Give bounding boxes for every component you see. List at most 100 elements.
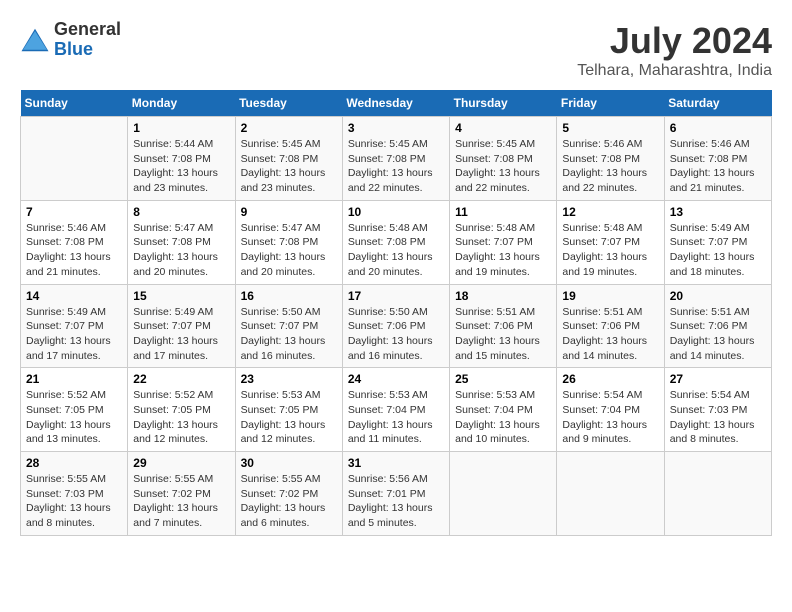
cell-content: Sunrise: 5:54 AMSunset: 7:04 PMDaylight:…	[562, 388, 658, 447]
cell-content: Sunrise: 5:46 AMSunset: 7:08 PMDaylight:…	[670, 137, 766, 196]
calendar-week-row: 1 Sunrise: 5:44 AMSunset: 7:08 PMDaylight…	[21, 117, 772, 201]
day-number: 13	[670, 205, 766, 219]
cell-content: Sunrise: 5:55 AMSunset: 7:03 PMDaylight:…	[26, 472, 122, 531]
day-number: 24	[348, 372, 444, 386]
day-number: 21	[26, 372, 122, 386]
day-number: 2	[241, 121, 337, 135]
cell-content: Sunrise: 5:53 AMSunset: 7:04 PMDaylight:…	[455, 388, 551, 447]
cell-content: Sunrise: 5:49 AMSunset: 7:07 PMDaylight:…	[26, 305, 122, 364]
logo-text: General Blue	[54, 20, 121, 60]
calendar-cell: 18 Sunrise: 5:51 AMSunset: 7:06 PMDayligh…	[450, 284, 557, 368]
calendar-cell	[557, 452, 664, 536]
day-number: 27	[670, 372, 766, 386]
cell-content: Sunrise: 5:47 AMSunset: 7:08 PMDaylight:…	[241, 221, 337, 280]
day-number: 10	[348, 205, 444, 219]
day-number: 16	[241, 289, 337, 303]
cell-content: Sunrise: 5:48 AMSunset: 7:07 PMDaylight:…	[455, 221, 551, 280]
calendar-header-row: SundayMondayTuesdayWednesdayThursdayFrid…	[21, 90, 772, 117]
cell-content: Sunrise: 5:51 AMSunset: 7:06 PMDaylight:…	[455, 305, 551, 364]
day-number: 26	[562, 372, 658, 386]
calendar-cell: 25 Sunrise: 5:53 AMSunset: 7:04 PMDayligh…	[450, 368, 557, 452]
calendar-cell	[664, 452, 771, 536]
header-day-saturday: Saturday	[664, 90, 771, 117]
day-number: 18	[455, 289, 551, 303]
day-number: 6	[670, 121, 766, 135]
cell-content: Sunrise: 5:45 AMSunset: 7:08 PMDaylight:…	[455, 137, 551, 196]
day-number: 12	[562, 205, 658, 219]
header-day-wednesday: Wednesday	[342, 90, 449, 117]
day-number: 20	[670, 289, 766, 303]
day-number: 30	[241, 456, 337, 470]
calendar-cell: 13 Sunrise: 5:49 AMSunset: 7:07 PMDayligh…	[664, 200, 771, 284]
day-number: 31	[348, 456, 444, 470]
cell-content: Sunrise: 5:52 AMSunset: 7:05 PMDaylight:…	[26, 388, 122, 447]
calendar-cell: 9 Sunrise: 5:47 AMSunset: 7:08 PMDaylight…	[235, 200, 342, 284]
cell-content: Sunrise: 5:55 AMSunset: 7:02 PMDaylight:…	[241, 472, 337, 531]
cell-content: Sunrise: 5:56 AMSunset: 7:01 PMDaylight:…	[348, 472, 444, 531]
cell-content: Sunrise: 5:53 AMSunset: 7:05 PMDaylight:…	[241, 388, 337, 447]
header-day-tuesday: Tuesday	[235, 90, 342, 117]
header-day-sunday: Sunday	[21, 90, 128, 117]
day-number: 23	[241, 372, 337, 386]
cell-content: Sunrise: 5:49 AMSunset: 7:07 PMDaylight:…	[133, 305, 229, 364]
cell-content: Sunrise: 5:48 AMSunset: 7:08 PMDaylight:…	[348, 221, 444, 280]
header-day-thursday: Thursday	[450, 90, 557, 117]
calendar-cell: 4Sunrise: 5:45 AMSunset: 7:08 PMDaylight…	[450, 117, 557, 201]
calendar-cell: 8 Sunrise: 5:47 AMSunset: 7:08 PMDaylight…	[128, 200, 235, 284]
calendar-cell: 15Sunrise: 5:49 AMSunset: 7:07 PMDayligh…	[128, 284, 235, 368]
calendar-cell: 29 Sunrise: 5:55 AMSunset: 7:02 PMDayligh…	[128, 452, 235, 536]
calendar-cell: 24 Sunrise: 5:53 AMSunset: 7:04 PMDayligh…	[342, 368, 449, 452]
cell-content: Sunrise: 5:49 AMSunset: 7:07 PMDaylight:…	[670, 221, 766, 280]
cell-content: Sunrise: 5:47 AMSunset: 7:08 PMDaylight:…	[133, 221, 229, 280]
page-header: General Blue July 2024 Telhara, Maharash…	[20, 20, 772, 80]
day-number: 8	[133, 205, 229, 219]
calendar-cell: 30 Sunrise: 5:55 AMSunset: 7:02 PMDayligh…	[235, 452, 342, 536]
cell-content: Sunrise: 5:48 AMSunset: 7:07 PMDaylight:…	[562, 221, 658, 280]
cell-content: Sunrise: 5:51 AMSunset: 7:06 PMDaylight:…	[562, 305, 658, 364]
calendar-cell: 27 Sunrise: 5:54 AMSunset: 7:03 PMDayligh…	[664, 368, 771, 452]
cell-content: Sunrise: 5:55 AMSunset: 7:02 PMDaylight:…	[133, 472, 229, 531]
logo-icon	[20, 25, 50, 55]
day-number: 3	[348, 121, 444, 135]
cell-content: Sunrise: 5:52 AMSunset: 7:05 PMDaylight:…	[133, 388, 229, 447]
day-number: 14	[26, 289, 122, 303]
sub-title: Telhara, Maharashtra, India	[577, 62, 772, 80]
calendar-cell	[450, 452, 557, 536]
header-day-friday: Friday	[557, 90, 664, 117]
calendar-cell: 23 Sunrise: 5:53 AMSunset: 7:05 PMDayligh…	[235, 368, 342, 452]
calendar-table: SundayMondayTuesdayWednesdayThursdayFrid…	[20, 90, 772, 536]
calendar-cell: 31 Sunrise: 5:56 AMSunset: 7:01 PMDayligh…	[342, 452, 449, 536]
cell-content: Sunrise: 5:53 AMSunset: 7:04 PMDaylight:…	[348, 388, 444, 447]
cell-content: Sunrise: 5:45 AMSunset: 7:08 PMDaylight:…	[241, 137, 337, 196]
day-number: 17	[348, 289, 444, 303]
cell-content: Sunrise: 5:44 AMSunset: 7:08 PMDaylight:…	[133, 137, 229, 196]
day-number: 9	[241, 205, 337, 219]
cell-content: Sunrise: 5:45 AMSunset: 7:08 PMDaylight:…	[348, 137, 444, 196]
calendar-week-row: 7Sunrise: 5:46 AMSunset: 7:08 PMDaylight…	[21, 200, 772, 284]
cell-content: Sunrise: 5:50 AMSunset: 7:06 PMDaylight:…	[348, 305, 444, 364]
day-number: 29	[133, 456, 229, 470]
calendar-cell: 16 Sunrise: 5:50 AMSunset: 7:07 PMDayligh…	[235, 284, 342, 368]
day-number: 11	[455, 205, 551, 219]
cell-content: Sunrise: 5:50 AMSunset: 7:07 PMDaylight:…	[241, 305, 337, 364]
title-section: July 2024 Telhara, Maharashtra, India	[577, 20, 772, 80]
calendar-cell: 22 Sunrise: 5:52 AMSunset: 7:05 PMDayligh…	[128, 368, 235, 452]
calendar-cell: 1 Sunrise: 5:44 AMSunset: 7:08 PMDaylight…	[128, 117, 235, 201]
day-number: 1	[133, 121, 229, 135]
calendar-cell: 14 Sunrise: 5:49 AMSunset: 7:07 PMDayligh…	[21, 284, 128, 368]
calendar-cell: 19Sunrise: 5:51 AMSunset: 7:06 PMDayligh…	[557, 284, 664, 368]
day-number: 7	[26, 205, 122, 219]
cell-content: Sunrise: 5:51 AMSunset: 7:06 PMDaylight:…	[670, 305, 766, 364]
calendar-cell	[21, 117, 128, 201]
calendar-cell: 21 Sunrise: 5:52 AMSunset: 7:05 PMDayligh…	[21, 368, 128, 452]
day-number: 5	[562, 121, 658, 135]
cell-content: Sunrise: 5:54 AMSunset: 7:03 PMDaylight:…	[670, 388, 766, 447]
calendar-week-row: 14 Sunrise: 5:49 AMSunset: 7:07 PMDayligh…	[21, 284, 772, 368]
cell-content: Sunrise: 5:46 AMSunset: 7:08 PMDaylight:…	[562, 137, 658, 196]
calendar-week-row: 28Sunrise: 5:55 AMSunset: 7:03 PMDayligh…	[21, 452, 772, 536]
day-number: 25	[455, 372, 551, 386]
calendar-cell: 28Sunrise: 5:55 AMSunset: 7:03 PMDayligh…	[21, 452, 128, 536]
main-title: July 2024	[577, 20, 772, 62]
day-number: 22	[133, 372, 229, 386]
header-day-monday: Monday	[128, 90, 235, 117]
